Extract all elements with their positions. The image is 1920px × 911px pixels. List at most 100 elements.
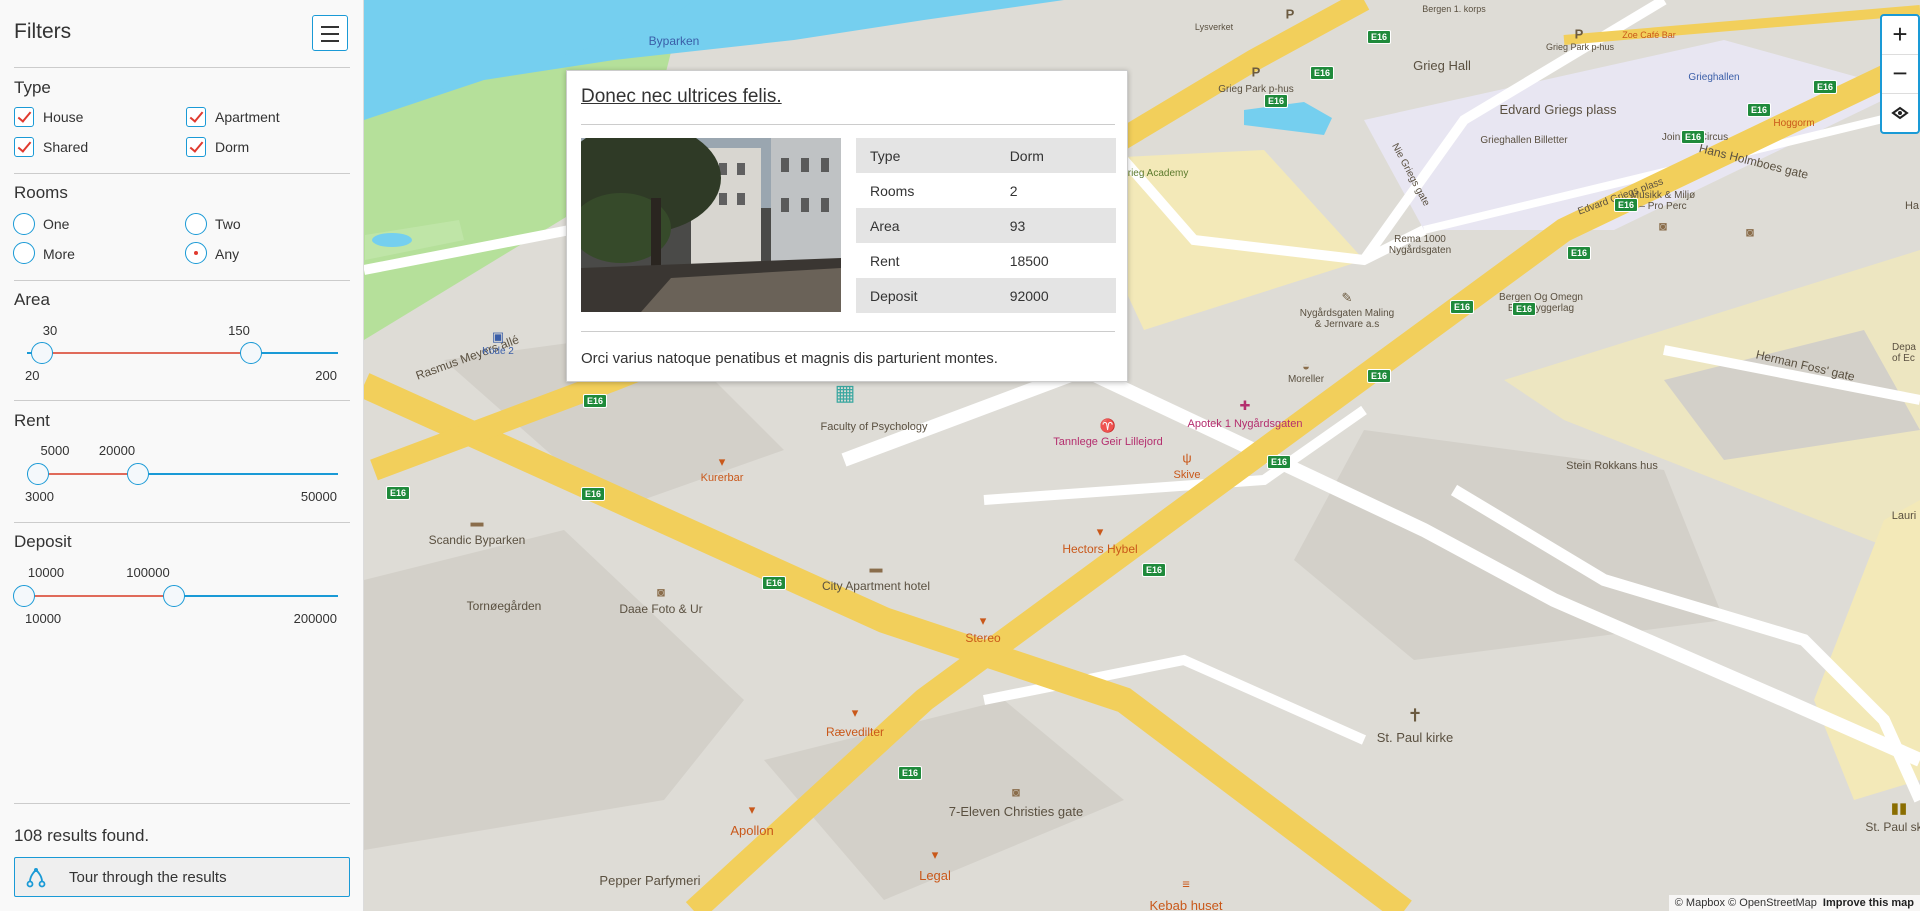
deposit-max-label: 200000 (293, 611, 337, 626)
pharmacy-icon[interactable]: ✚ (1240, 398, 1251, 414)
table-row: Deposit 92000 (856, 278, 1116, 313)
radio-more[interactable] (13, 242, 35, 264)
road-shield: E16 (1142, 563, 1167, 577)
bar-icon[interactable]: ▾ (980, 613, 987, 629)
checkbox-house[interactable] (14, 107, 34, 127)
map-zoom-controls: + − (1880, 14, 1920, 134)
deposit-heading: Deposit (14, 532, 72, 551)
bar-icon[interactable]: ▾ (749, 802, 756, 818)
zoom-out-button[interactable]: − (1882, 55, 1918, 94)
compass-button[interactable] (1882, 94, 1918, 132)
tour-results-button[interactable]: Tour through the results (14, 857, 350, 897)
map-label-moreller: Moreller (1287, 374, 1325, 385)
deposit-low-value: 10000 (27, 565, 65, 580)
bar-icon[interactable]: ▾ (1097, 524, 1104, 540)
map-canvas[interactable]: Byparken Grieg Hall Edvard Griegs plass … (364, 0, 1920, 911)
radio-two[interactable] (185, 213, 207, 235)
tour-button-label: Tour through the results (69, 869, 227, 886)
map-label-grieghallen-billetter: Grieghallen Billetter (1480, 135, 1568, 146)
map-label-faculty-psych: Faculty of Psychology (820, 421, 928, 433)
checkbox-apartment[interactable] (186, 107, 206, 127)
map-label-st-paul: St. Paul kirke (1376, 730, 1454, 745)
area-slider-low-handle[interactable] (31, 342, 53, 364)
table-row: Rent 18500 (856, 243, 1116, 278)
bar-icon[interactable]: ▾ (852, 705, 859, 721)
shop-icon[interactable]: ◙ (1746, 225, 1754, 240)
map-label-nygardsgaten-maling: Nygårdsgaten Maling & Jernvare a.s (1299, 308, 1395, 330)
detail-key: Deposit (856, 278, 996, 313)
filters-title: Filters (14, 20, 72, 43)
map-label-kebab: Kebab huset (1149, 898, 1223, 911)
area-high-value: 150 (228, 323, 250, 338)
listing-title-link[interactable]: Donec nec ultrices felis. (581, 86, 782, 108)
improve-map-link[interactable]: Improve this map (1823, 897, 1914, 909)
hamburger-icon-line (321, 33, 339, 35)
filters-sidebar: Filters Type House Apartment Shared Dorm… (0, 0, 364, 911)
hotel-icon[interactable]: ▬ (471, 515, 484, 530)
radio-any-label: Any (215, 246, 240, 262)
restaurant-icon[interactable]: ψ (1182, 451, 1191, 466)
university-marker-icon[interactable]: ▦ (835, 380, 856, 406)
road-shield: E16 (1747, 103, 1772, 117)
zoom-in-button[interactable]: + (1882, 16, 1918, 55)
checkbox-shared-label: Shared (43, 139, 89, 155)
road-shield: E16 (1450, 300, 1475, 314)
radio-one[interactable] (13, 213, 35, 235)
shop-icon[interactable]: ◙ (1659, 219, 1667, 234)
dentist-icon[interactable]: ♈ (1100, 418, 1116, 434)
map-label-kurerbar: Kurerbar (700, 472, 744, 484)
shop-icon[interactable]: ◙ (657, 585, 665, 600)
area-low-value: 30 (42, 323, 58, 338)
map-label-city-apartment: City Apartment hotel (821, 579, 931, 593)
menu-button[interactable] (312, 15, 348, 51)
bar-icon[interactable]: ▾ (932, 847, 939, 863)
ice-cream-icon[interactable]: ◒ (1302, 359, 1310, 374)
hardware-icon[interactable]: ✎ (1342, 290, 1353, 306)
map-label-pepper: Pepper Parfymeri (599, 873, 701, 888)
divider (14, 173, 350, 174)
detail-key: Rent (870, 252, 900, 269)
route-icon (26, 868, 46, 888)
shop-icon[interactable]: ◙ (1012, 785, 1020, 800)
results-count: 108 results found. (14, 826, 150, 845)
map-label-tannlege: Tannlege Geir Lillejord (1053, 436, 1163, 448)
hotel-icon[interactable]: ▬ (870, 561, 883, 576)
map-label-ravedilter: Rævedilter (825, 725, 885, 739)
map-label-bergen-korps: Bergen 1. korps (1422, 4, 1486, 14)
hamburger-icon (321, 26, 339, 28)
type-heading: Type (14, 78, 51, 97)
restaurant-icon[interactable]: ≡ (1182, 877, 1190, 892)
radio-two-label: Two (215, 216, 241, 232)
road-shield: E16 (1264, 94, 1289, 108)
map-label-apollon: Apollon (730, 823, 774, 838)
map-label-edvard-griegs-plass: Edvard Griegs plass (1499, 102, 1617, 117)
detail-key: Rooms (870, 182, 915, 199)
road-shield: E16 (1567, 246, 1592, 260)
deposit-slider-high-handle[interactable] (163, 585, 185, 607)
rent-slider-high-handle[interactable] (127, 463, 149, 485)
divider (14, 522, 350, 523)
road-shield: E16 (1813, 80, 1838, 94)
deposit-slider-low-handle[interactable] (13, 585, 35, 607)
radio-any[interactable] (185, 242, 207, 264)
listing-popup: Donec nec ultrices felis. Type Dorm Room… (566, 70, 1128, 382)
area-slider-high-handle[interactable] (240, 342, 262, 364)
church-icon[interactable]: ✝ (1407, 706, 1422, 727)
museum-icon[interactable]: ▣ (492, 329, 504, 345)
map-label-lauri: Lauri (1891, 510, 1917, 522)
divider (14, 67, 350, 68)
rent-slider-low-handle[interactable] (27, 463, 49, 485)
table-row: Rooms 2 (856, 173, 1116, 208)
parking-icon[interactable]: P (1252, 65, 1261, 80)
checkbox-dorm[interactable] (186, 137, 206, 157)
map-label-stein-rokkans: Stein Rokkans hus (1566, 460, 1658, 472)
parking-icon[interactable]: P (1575, 27, 1584, 42)
checkbox-shared[interactable] (14, 137, 34, 157)
rent-slider-range (38, 473, 138, 475)
parking-icon[interactable]: P (1286, 7, 1295, 22)
attribution-text[interactable]: © Mapbox © OpenStreetMap (1675, 897, 1817, 909)
detail-value: 92000 (995, 278, 1116, 313)
bar-icon[interactable]: ▾ (719, 454, 726, 470)
hamburger-icon-line (321, 40, 339, 42)
school-icon[interactable]: ▮▮ (1891, 799, 1908, 817)
